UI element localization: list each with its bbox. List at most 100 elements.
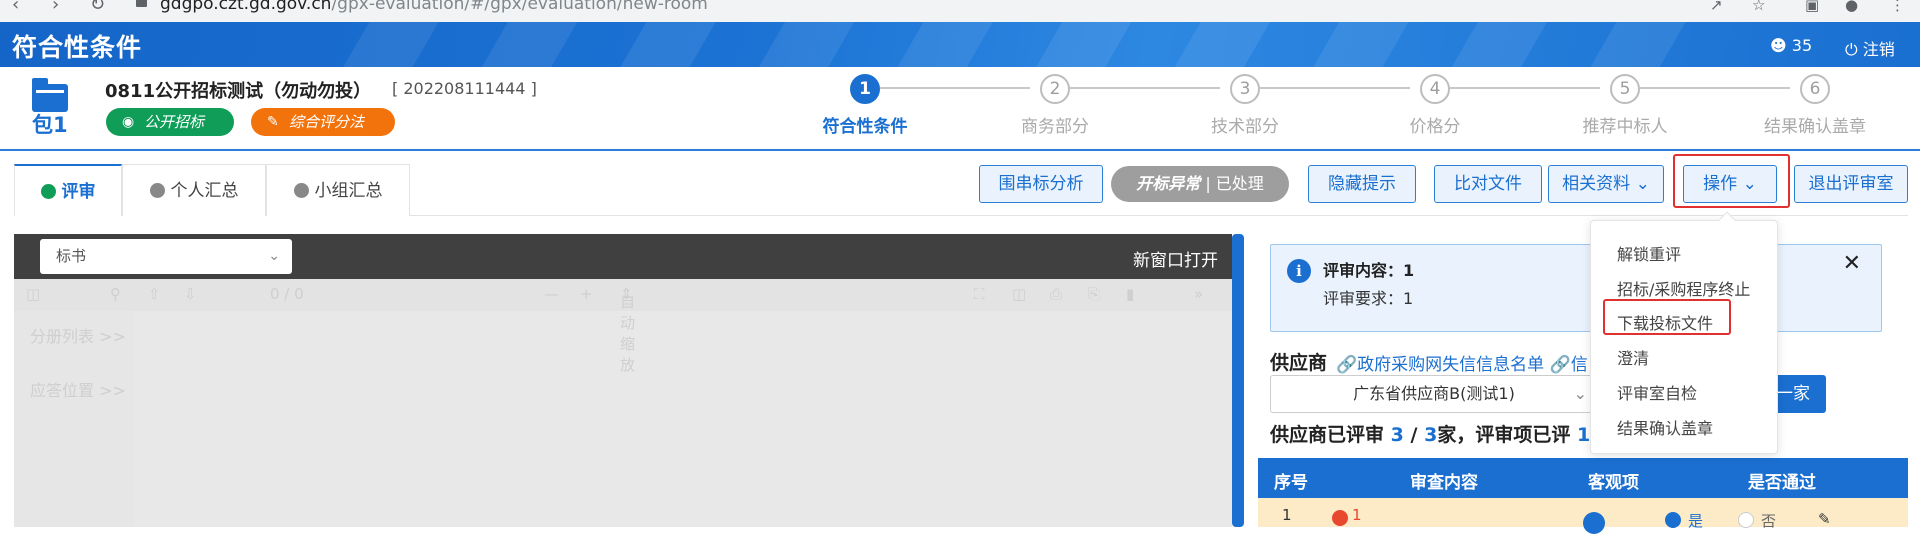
- search-icon[interactable]: ⚲: [110, 285, 121, 303]
- lock-icon: [136, 0, 147, 7]
- forward-icon[interactable]: ›: [52, 0, 59, 15]
- chevron-down-icon: ⌄: [268, 248, 280, 264]
- download-icon[interactable]: ⎘: [1088, 285, 1100, 303]
- highlight-operations: [1673, 154, 1790, 208]
- pdf-toolbar: ◫ ⚲ ⇧ ⇩ 0 / 0 — + 自动缩放 ⇕ ⛶ ◫ ⎙ ⎘ ▮ »: [14, 279, 1232, 374]
- tag-procurement-method: ◉ 公开招标: [106, 108, 234, 136]
- menu-item-terminate-procedure[interactable]: 招标/采购程序终止: [1617, 276, 1750, 300]
- close-icon[interactable]: ✕: [1843, 251, 1861, 276]
- volume-list-item[interactable]: 分册列表 >>: [30, 323, 126, 347]
- open-new-window-link[interactable]: 新窗口打开: [1133, 246, 1218, 271]
- power-icon: ⏻: [1845, 40, 1858, 59]
- pass-no-radio[interactable]: [1738, 512, 1754, 528]
- next-page-icon[interactable]: ⇩: [184, 285, 197, 303]
- row-flag: 1: [1352, 506, 1362, 524]
- logout-button[interactable]: ⏻ 注销: [1845, 36, 1895, 60]
- review-requirement: 评审要求：1: [1323, 289, 1414, 308]
- step-3-label[interactable]: 技术部分: [1175, 112, 1315, 137]
- info-icon: i: [1287, 259, 1311, 283]
- browser-address-bar: ‹ › ↻ gdgpo.czt.gd.gov.cn/gpx-evaluation…: [0, 0, 1920, 22]
- link-icon: 🔗: [1549, 355, 1571, 375]
- app-header: 符合性条件 ☻ 35 ⏻ 注销: [0, 22, 1920, 67]
- menu-item-clarify[interactable]: 澄清: [1617, 345, 1649, 369]
- step-4-indicator[interactable]: 4: [1420, 74, 1450, 104]
- review-table-header: 序号 审查内容 客观项 是否通过: [1258, 458, 1908, 498]
- prev-page-icon[interactable]: ⇧: [148, 285, 161, 303]
- hide-tips-button[interactable]: 隐藏提示: [1308, 165, 1416, 203]
- sidebar-toggle-icon[interactable]: ◫: [26, 285, 40, 303]
- pencil-icon: ✎: [267, 114, 279, 130]
- viewer-scrollbar[interactable]: [1232, 234, 1244, 527]
- document-viewer: 标书 ⌄ 新窗口打开 ◫ ⚲ ⇧ ⇩ 0 / 0 — + 自动缩放 ⇕ ⛶ ◫ ⎙…: [14, 234, 1232, 527]
- credit-link[interactable]: 信: [1571, 355, 1588, 375]
- step-2-indicator[interactable]: 2: [1040, 74, 1070, 104]
- col-header-objective: 客观项: [1588, 473, 1639, 493]
- compare-files-button[interactable]: 比对文件: [1434, 165, 1542, 203]
- col-header-index: 序号: [1274, 473, 1308, 493]
- menu-item-result-confirm-seal[interactable]: 结果确认盖章: [1617, 415, 1713, 439]
- share-icon[interactable]: ↗: [1710, 0, 1723, 14]
- step-3-indicator[interactable]: 3: [1230, 74, 1260, 104]
- menu-item-self-check[interactable]: 评审室自检: [1617, 380, 1697, 404]
- flag-dot-icon: [1332, 510, 1348, 526]
- step-1-label[interactable]: 符合性条件: [795, 112, 935, 137]
- tab-personal-summary[interactable]: 个人汇总: [122, 164, 266, 216]
- pass-yes-label: 是: [1688, 512, 1704, 530]
- step-1-indicator[interactable]: 1: [850, 74, 880, 104]
- pass-yes-radio[interactable]: [1665, 512, 1681, 528]
- fullscreen-icon[interactable]: ⛶: [974, 285, 985, 303]
- project-name: 0811公开招标测试（勿动勿投）: [105, 81, 372, 102]
- table-row[interactable]: 1 1 是 否 ✎: [1258, 498, 1908, 534]
- supplier-select[interactable]: 广东省供应商B(测试1) ⌄: [1270, 375, 1598, 413]
- related-docs-button[interactable]: 相关资料 ⌄: [1548, 165, 1664, 203]
- bid-exception-button[interactable]: 开标异常 | 已处理: [1111, 166, 1289, 202]
- package-label: 包1: [32, 113, 68, 137]
- pass-no-label: 否: [1761, 512, 1777, 530]
- zoom-out-icon[interactable]: —: [544, 285, 559, 303]
- open-file-icon[interactable]: ◫: [1012, 285, 1026, 303]
- tools-icon[interactable]: »: [1194, 285, 1203, 303]
- print-icon[interactable]: ⎙: [1050, 285, 1062, 303]
- step-6-label[interactable]: 结果确认盖章: [1745, 112, 1885, 137]
- review-progress: 供应商已评审 3 / 3家，评审项已评 1: [1270, 424, 1591, 446]
- more-dots-icon: [149, 183, 165, 198]
- step-4-label[interactable]: 价格分: [1365, 112, 1505, 137]
- step-connector: [1450, 87, 1600, 89]
- extensions-icon[interactable]: ▣: [1805, 0, 1819, 14]
- tab-review[interactable]: 评审: [14, 164, 122, 216]
- more-icon[interactable]: ⋮: [1890, 0, 1905, 14]
- step-6-indicator[interactable]: 6: [1800, 74, 1830, 104]
- step-connector: [880, 87, 1030, 89]
- document-select[interactable]: 标书 ⌄: [40, 239, 292, 274]
- url-field[interactable]: gdgpo.czt.gd.gov.cn/gpx-evaluation/#/gpx…: [160, 0, 708, 14]
- step-connector: [1070, 87, 1220, 89]
- menu-item-unlock-re-review[interactable]: 解锁重评: [1617, 241, 1681, 265]
- more-dots-icon: [293, 183, 309, 198]
- step-5-indicator[interactable]: 5: [1610, 74, 1640, 104]
- check-circle-icon: [40, 184, 56, 199]
- viewer-header: 标书 ⌄ 新窗口打开: [14, 234, 1232, 279]
- zoom-select[interactable]: 自动缩放 ⇕: [620, 285, 635, 374]
- online-user-count: ☻ 35: [1770, 36, 1813, 55]
- tag-scoring-method: ✎ 综合评分法: [251, 108, 395, 136]
- bid-collusion-analysis-button[interactable]: 围串标分析: [979, 165, 1103, 203]
- exit-review-room-button[interactable]: 退出评审室: [1794, 165, 1908, 203]
- highlight-download-bid-files: [1603, 299, 1731, 335]
- link-icon: 🔗: [1336, 355, 1358, 375]
- zoom-in-icon[interactable]: +: [580, 285, 593, 303]
- back-icon[interactable]: ‹: [12, 0, 19, 15]
- bookmark-icon[interactable]: ▮: [1126, 285, 1134, 303]
- reload-icon[interactable]: ↻: [90, 0, 105, 15]
- profile-icon[interactable]: ●: [1845, 0, 1858, 14]
- bookmark-star-icon[interactable]: ☆: [1752, 0, 1765, 14]
- dishonest-list-link[interactable]: 政府采购网失信信息名单: [1357, 355, 1544, 375]
- answer-position-item[interactable]: 应答位置 >>: [30, 377, 126, 401]
- folder-icon: [32, 78, 68, 112]
- edit-icon[interactable]: ✎: [1818, 510, 1831, 528]
- step-5-label[interactable]: 推荐中标人: [1555, 112, 1695, 137]
- tab-group-summary[interactable]: 小组汇总: [266, 164, 410, 216]
- page-indicator[interactable]: 0 / 0: [270, 285, 304, 303]
- chevron-down-icon: ⌄: [1635, 174, 1650, 194]
- step-2-label[interactable]: 商务部分: [985, 112, 1125, 137]
- chevron-down-icon: ⌄: [1573, 384, 1587, 403]
